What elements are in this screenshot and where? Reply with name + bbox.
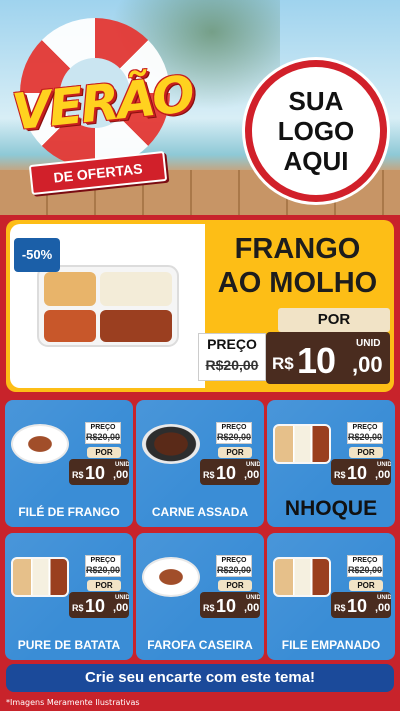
tray-icon bbox=[11, 557, 69, 597]
unit-label: UNID bbox=[115, 462, 129, 468]
unit-label: UNID bbox=[377, 462, 391, 468]
tray-icon bbox=[273, 424, 331, 464]
product-card[interactable]: PREÇO R$20,00 POR R$ 10 ,00 UNID PURE DE BATATA bbox=[5, 533, 133, 660]
preco-label: PREÇO bbox=[207, 336, 257, 352]
price-integer: 10 bbox=[216, 463, 237, 483]
price-integer: 10 bbox=[297, 340, 336, 381]
price-cents: ,00 bbox=[352, 352, 383, 377]
currency-symbol: R$ bbox=[72, 470, 84, 480]
currency-symbol: R$ bbox=[72, 603, 84, 613]
new-price-box: R$ 10 ,00 UNID bbox=[200, 459, 260, 485]
unit-label: UNID bbox=[246, 462, 260, 468]
logo-line: AQUI bbox=[283, 146, 349, 176]
por-label: POR bbox=[278, 308, 390, 332]
new-price-box: R$ 10 ,00 UNID bbox=[69, 459, 129, 485]
price-cents: ,00 bbox=[375, 602, 391, 614]
old-price-box: PREÇO R$20,00 bbox=[198, 333, 266, 381]
currency-symbol: R$ bbox=[203, 603, 215, 613]
por-label: POR bbox=[349, 580, 383, 591]
product-name: FILÉ DE FRANGO bbox=[18, 505, 120, 519]
product-card[interactable]: PREÇO R$20,00 POR R$ 10 ,00 UNID FILE EMPANADO bbox=[267, 533, 395, 660]
por-label: POR bbox=[349, 447, 383, 458]
bowl-icon bbox=[142, 424, 200, 464]
por-label: POR bbox=[218, 580, 252, 591]
disclaimer-text: *Imagens Meramente Ilustrativas bbox=[6, 698, 140, 707]
create-flyer-button[interactable]: Crie seu encarte com este tema! bbox=[6, 664, 394, 692]
unit-label: UNID bbox=[246, 595, 260, 601]
price-cents: ,00 bbox=[375, 469, 391, 481]
unit-label: UNID bbox=[356, 338, 381, 349]
old-price: R$20,00 bbox=[205, 357, 259, 373]
featured-name-line: FRANGO bbox=[234, 233, 361, 265]
preco-label: PREÇO bbox=[352, 424, 378, 431]
currency-symbol: R$ bbox=[272, 354, 294, 373]
old-price-box: PREÇO R$20,00 bbox=[347, 422, 383, 444]
new-price-box: R$ 10 ,00 UNID bbox=[331, 459, 391, 485]
preco-label: PREÇO bbox=[90, 557, 116, 564]
price-integer: 10 bbox=[347, 463, 368, 483]
product-name: PURE DE BATATA bbox=[17, 638, 121, 652]
por-label: POR bbox=[87, 580, 121, 591]
currency-symbol: R$ bbox=[334, 470, 346, 480]
unit-label: UNID bbox=[115, 595, 129, 601]
featured-product-name: FRANGO AO MOLHO bbox=[205, 232, 390, 300]
old-price-box: PREÇO R$20,00 bbox=[347, 555, 383, 577]
old-price: R$20,00 bbox=[217, 432, 252, 442]
preco-label: PREÇO bbox=[90, 424, 116, 431]
new-price-box: R$ 10 ,00 UNID bbox=[69, 592, 129, 618]
old-price-box: PREÇO R$20,00 bbox=[216, 555, 252, 577]
preco-label: PREÇO bbox=[352, 557, 378, 564]
currency-symbol: R$ bbox=[203, 470, 215, 480]
preco-label: PREÇO bbox=[221, 557, 247, 564]
price-cents: ,00 bbox=[244, 602, 260, 614]
price-integer: 10 bbox=[216, 596, 237, 616]
old-price: R$20,00 bbox=[217, 565, 252, 575]
old-price: R$20,00 bbox=[348, 565, 383, 575]
discount-badge: -50% bbox=[14, 238, 60, 272]
product-card[interactable]: PREÇO R$20,00 POR R$ 10 ,00 UNID NHOQUE bbox=[267, 400, 395, 527]
old-price: R$20,00 bbox=[86, 432, 121, 442]
new-price-box: R$ 10 ,00 UNID bbox=[200, 592, 260, 618]
product-name: FILE EMPANADO bbox=[281, 638, 381, 652]
header-banner: VERÃO DE OFERTAS SUA LOGO AQUI bbox=[0, 0, 400, 215]
old-price-box: PREÇO R$20,00 bbox=[85, 422, 121, 444]
logo-line: SUA bbox=[288, 86, 344, 116]
old-price: R$20,00 bbox=[348, 432, 383, 442]
currency-symbol: R$ bbox=[334, 603, 346, 613]
new-price-box: R$ 10 ,00 UNID bbox=[266, 332, 390, 384]
product-card[interactable]: PREÇO R$20,00 POR R$ 10 ,00 UNID CARNE ASSADA bbox=[136, 400, 264, 527]
product-card[interactable]: PREÇO R$20,00 POR R$ 10 ,00 UNID FAROFA CASEIRA bbox=[136, 533, 264, 660]
old-price-box: PREÇO R$20,00 bbox=[85, 555, 121, 577]
logo-line: LOGO bbox=[277, 116, 355, 146]
price-integer: 10 bbox=[85, 596, 106, 616]
new-price-box: R$ 10 ,00 UNID bbox=[331, 592, 391, 618]
price-cents: ,00 bbox=[113, 602, 129, 614]
product-name: FAROFA CASEIRA bbox=[147, 638, 253, 652]
tray-icon bbox=[273, 557, 331, 597]
price-cents: ,00 bbox=[113, 469, 129, 481]
price-integer: 10 bbox=[347, 596, 368, 616]
por-label: POR bbox=[87, 447, 121, 458]
unit-label: UNID bbox=[377, 595, 391, 601]
plate-icon bbox=[11, 424, 69, 464]
featured-name-line: AO MOLHO bbox=[217, 267, 378, 299]
logo-placeholder[interactable]: SUA LOGO AQUI bbox=[245, 60, 387, 202]
product-name: NHOQUE bbox=[284, 497, 378, 520]
por-label: POR bbox=[218, 447, 252, 458]
price-integer: 10 bbox=[85, 463, 106, 483]
old-price: R$20,00 bbox=[86, 565, 121, 575]
preco-label: PREÇO bbox=[221, 424, 247, 431]
old-price-box: PREÇO R$20,00 bbox=[216, 422, 252, 444]
price-cents: ,00 bbox=[244, 469, 260, 481]
plate-icon bbox=[142, 557, 200, 597]
product-name: CARNE ASSADA bbox=[151, 505, 249, 519]
product-card[interactable]: PREÇO R$20,00 POR R$ 10 ,00 UNID FILÉ DE FRANGO bbox=[5, 400, 133, 527]
